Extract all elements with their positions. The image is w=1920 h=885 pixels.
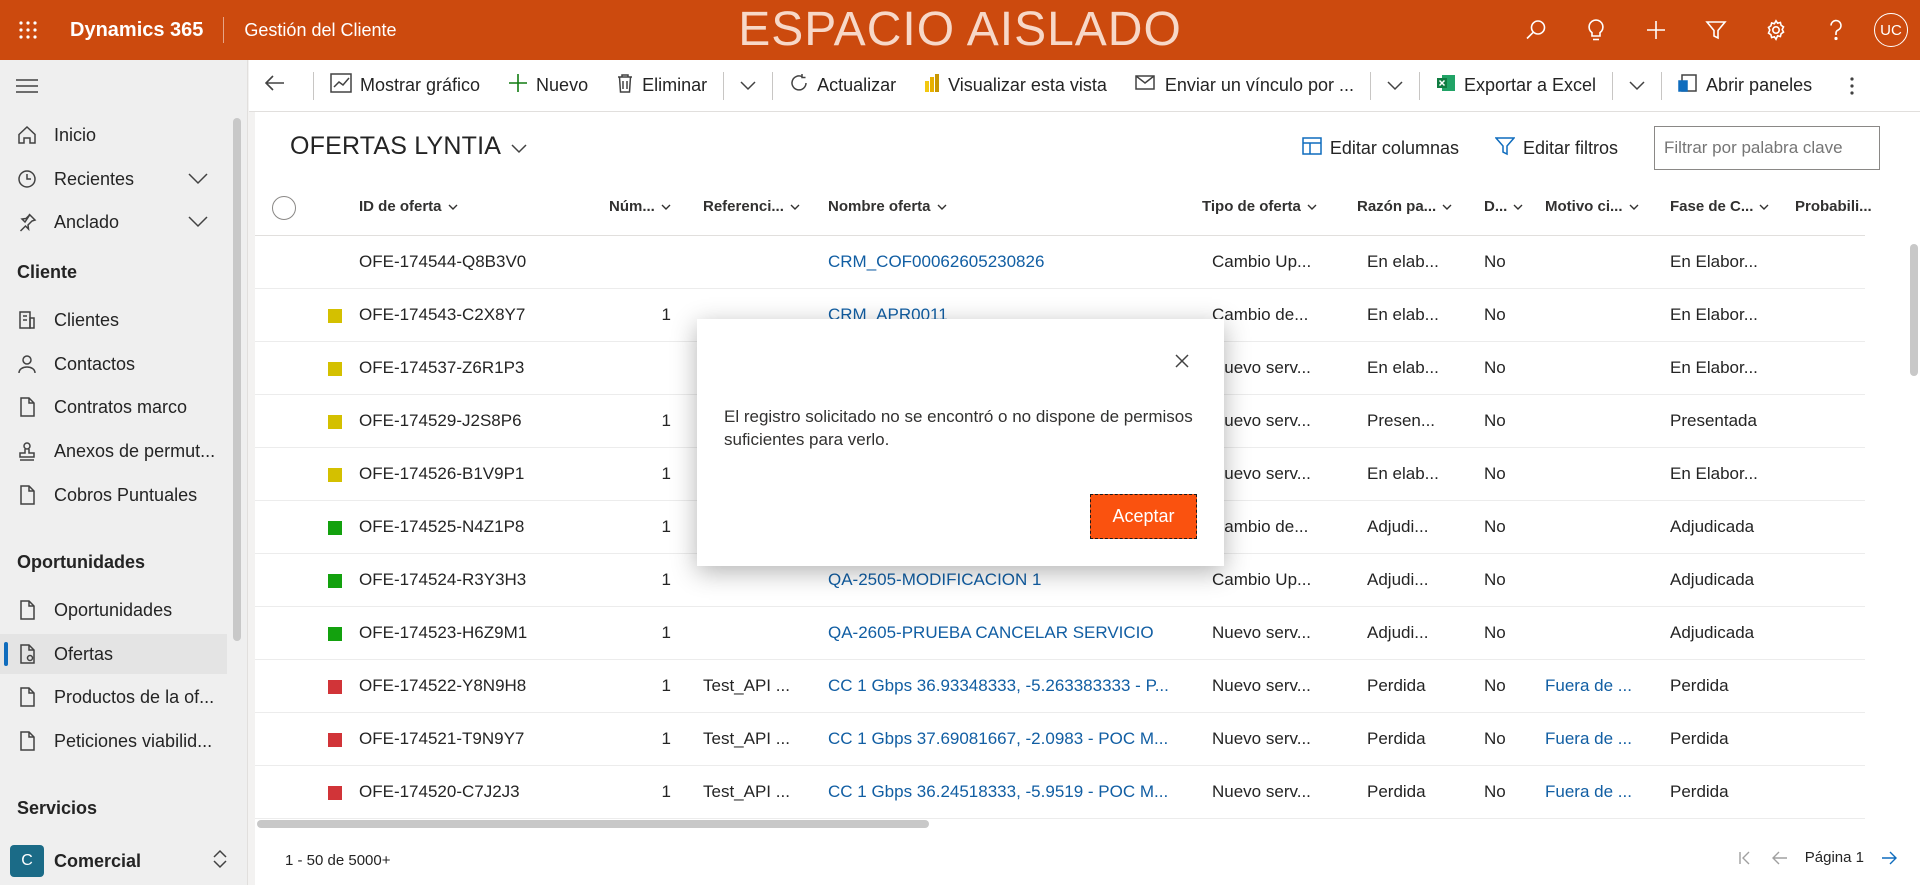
dialog-message: El registro solicitado no se encontró o … [724, 407, 1193, 449]
error-dialog: El registro solicitado no se encontró o … [697, 319, 1224, 566]
close-icon[interactable] [1170, 349, 1194, 373]
accept-button[interactable]: Aceptar [1090, 494, 1197, 539]
